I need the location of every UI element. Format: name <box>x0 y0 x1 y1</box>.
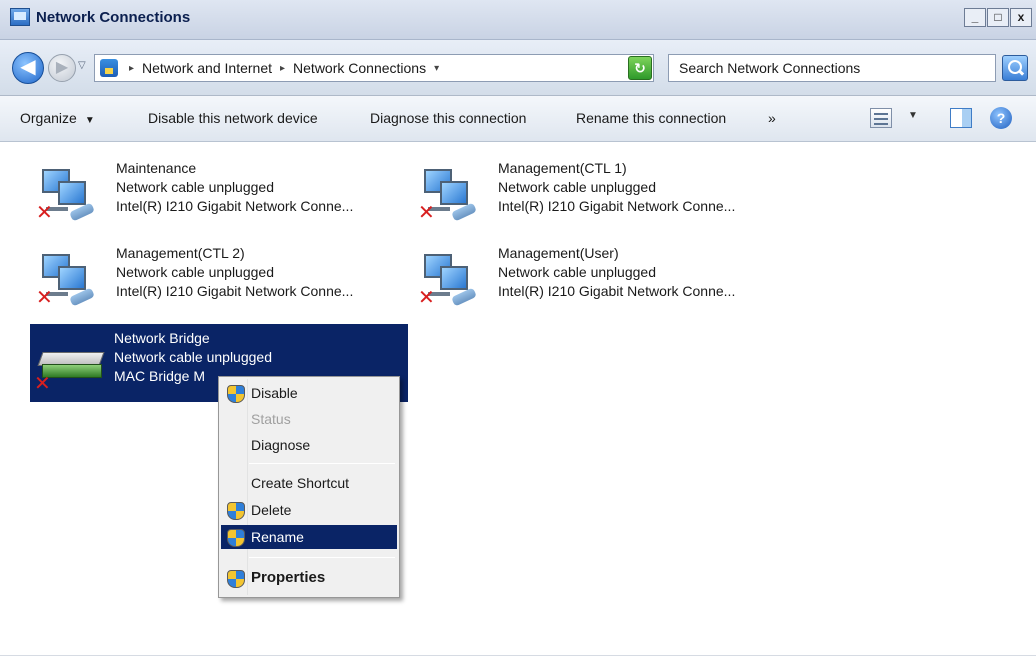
menu-item-properties[interactable]: Properties <box>221 566 397 590</box>
title-bar: Network Connections _ □ x <box>0 0 1036 40</box>
disconnected-icon: ✕ <box>36 202 53 224</box>
network-adapter-icon: ✕ <box>418 163 490 225</box>
disconnected-icon: ✕ <box>34 373 51 395</box>
connection-maintenance[interactable]: ✕ Maintenance Network cable unplugged In… <box>32 159 410 235</box>
menu-item-label: Create Shortcut <box>251 475 350 491</box>
connection-status: Network cable unplugged <box>498 179 656 195</box>
connection-name: Maintenance <box>116 160 197 176</box>
breadcrumb-separator-icon[interactable]: ▸ <box>280 63 285 74</box>
connection-device: Intel(R) I210 Gigabit Network Conne... <box>498 283 736 299</box>
uac-shield-icon <box>227 570 245 588</box>
connection-device: Intel(R) I210 Gigabit Network Conne... <box>116 283 354 299</box>
connection-management-ctl2[interactable]: ✕ Management(CTL 2) Network cable unplug… <box>32 244 410 320</box>
connection-name: Management(CTL 1) <box>498 160 627 176</box>
menu-item-label: Delete <box>251 502 292 518</box>
disable-device-button[interactable]: Disable this network device <box>148 110 318 126</box>
breadcrumb-network-and-internet[interactable]: Network and Internet <box>142 60 272 76</box>
disconnected-icon: ✕ <box>418 202 435 224</box>
menu-item-label: Rename <box>251 529 304 545</box>
breadcrumb-network-connections[interactable]: Network Connections <box>293 60 426 76</box>
uac-shield-icon <box>227 502 245 520</box>
connection-management-user[interactable]: ✕ Management(User) Network cable unplugg… <box>414 244 792 320</box>
menu-item-create-shortcut[interactable]: Create Shortcut <box>221 471 397 495</box>
connection-status: Network cable unplugged <box>114 349 272 365</box>
network-adapter-icon: ✕ <box>36 163 108 225</box>
command-bar: Organize ▼ Disable this network device Di… <box>0 96 1036 142</box>
rename-connection-button[interactable]: Rename this connection <box>576 110 726 126</box>
menu-item-delete[interactable]: Delete <box>221 498 397 522</box>
chevron-down-icon: ▼ <box>84 115 95 126</box>
address-bar[interactable]: ▸ Network and Internet ▸ Network Connect… <box>94 54 654 82</box>
window-controls: _ □ x <box>964 8 1032 27</box>
maximize-button[interactable]: □ <box>987 8 1009 27</box>
menu-item-status: Status <box>221 407 397 431</box>
connections-list: ✕ Maintenance Network cable unplugged In… <box>0 143 1036 660</box>
status-divider <box>0 655 1036 656</box>
connection-management-ctl1[interactable]: ✕ Management(CTL 1) Network cable unplug… <box>414 159 792 235</box>
network-bridge-icon: ✕ <box>34 328 106 394</box>
connection-device: Intel(R) I210 Gigabit Network Conne... <box>498 198 736 214</box>
breadcrumb-dropdown-icon[interactable]: ▾ <box>434 63 439 74</box>
search-input[interactable]: Search Network Connections <box>668 54 996 82</box>
close-button[interactable]: x <box>1010 8 1032 27</box>
network-adapter-icon: ✕ <box>418 248 490 310</box>
organize-label: Organize <box>20 110 77 126</box>
change-view-icon[interactable] <box>870 108 892 128</box>
connection-name: Network Bridge <box>114 330 210 346</box>
address-toolbar: ◀ ▶ ▽ ▸ Network and Internet ▸ Network C… <box>0 40 1036 96</box>
preview-pane-icon[interactable] <box>950 108 972 128</box>
menu-item-disable[interactable]: Disable <box>221 381 397 405</box>
back-button[interactable]: ◀ <box>12 52 44 84</box>
menu-item-diagnose[interactable]: Diagnose <box>221 433 397 457</box>
search-icon[interactable] <box>1002 55 1028 81</box>
control-panel-icon <box>100 59 118 77</box>
more-commands-button[interactable]: » <box>768 110 776 126</box>
forward-button[interactable]: ▶ <box>48 54 76 82</box>
window-title: Network Connections <box>36 9 191 26</box>
uac-shield-icon <box>227 529 245 547</box>
connection-status: Network cable unplugged <box>498 264 656 280</box>
menu-separator <box>249 557 395 558</box>
network-adapter-icon: ✕ <box>36 248 108 310</box>
menu-item-rename[interactable]: Rename <box>221 525 397 549</box>
menu-item-label: Disable <box>251 385 298 401</box>
menu-item-label: Properties <box>251 569 326 586</box>
view-dropdown-icon[interactable]: ▼ <box>908 110 918 121</box>
minimize-button[interactable]: _ <box>964 8 986 27</box>
diagnose-connection-button[interactable]: Diagnose this connection <box>370 110 526 126</box>
connection-name: Management(User) <box>498 245 619 261</box>
recent-pages-dropdown-icon[interactable]: ▽ <box>78 60 86 71</box>
network-connections-icon <box>10 8 30 26</box>
connection-status: Network cable unplugged <box>116 264 274 280</box>
context-menu: Disable Status Diagnose Create Shortcut … <box>218 376 400 598</box>
breadcrumb-separator-icon[interactable]: ▸ <box>129 63 134 74</box>
help-icon[interactable]: ? <box>990 107 1012 129</box>
organize-menu[interactable]: Organize ▼ <box>20 110 95 126</box>
menu-separator <box>249 463 395 464</box>
menu-item-label: Status <box>251 411 291 427</box>
disconnected-icon: ✕ <box>418 287 435 309</box>
connection-name: Management(CTL 2) <box>116 245 245 261</box>
connection-status: Network cable unplugged <box>116 179 274 195</box>
connection-device: Intel(R) I210 Gigabit Network Conne... <box>116 198 354 214</box>
menu-item-label: Diagnose <box>251 437 311 453</box>
disconnected-icon: ✕ <box>36 287 53 309</box>
uac-shield-icon <box>227 385 245 403</box>
refresh-button[interactable]: ↻ <box>628 56 652 80</box>
